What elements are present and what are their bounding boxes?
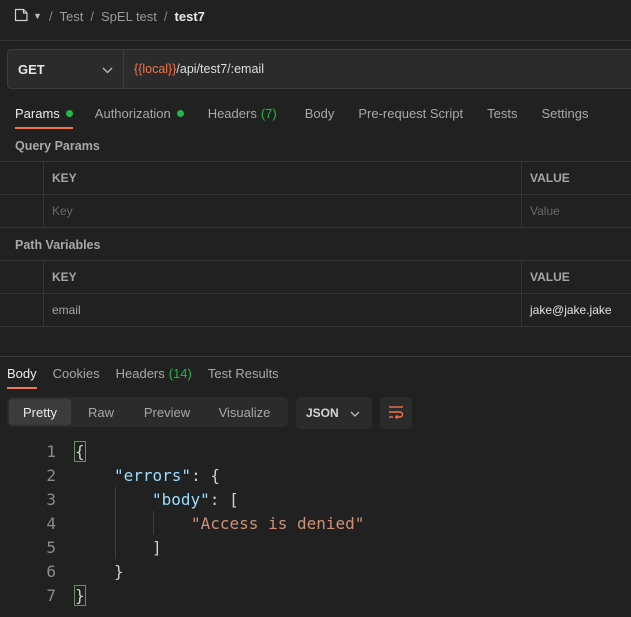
query-params-title: Query Params	[15, 139, 100, 153]
active-dot	[65, 109, 73, 117]
url-input[interactable]: {{local}}/api/test7/:email	[124, 50, 264, 88]
json-punct: : [	[209, 489, 239, 509]
request-tabs: Params Authorization Headers (7) Body Pre…	[15, 97, 588, 129]
collection-icon[interactable]	[14, 8, 29, 25]
json-brace: }	[74, 584, 86, 606]
line-number: 2	[46, 465, 56, 485]
response-tab-body[interactable]: Body	[7, 357, 37, 389]
tab-pre-request-script[interactable]: Pre-request Script	[358, 97, 463, 129]
method-label: GET	[18, 61, 45, 77]
table-row: Key Value	[0, 195, 631, 228]
value-input[interactable]: Value	[522, 195, 631, 227]
table-header-row: KEY VALUE	[0, 261, 631, 294]
tab-label: Pre-request Script	[358, 105, 464, 121]
breadcrumb-current[interactable]: test7	[175, 9, 205, 24]
tab-label: Authorization	[94, 105, 171, 121]
tab-label: Headers	[207, 105, 257, 121]
table-row: email jake@jake.jake	[0, 294, 631, 327]
line-number: 4	[46, 513, 56, 533]
response-tab-cookies[interactable]: Cookies	[53, 357, 100, 389]
headers-count: (7)	[260, 105, 277, 121]
json-key: "errors"	[114, 465, 192, 485]
view-preview[interactable]: Preview	[131, 399, 203, 425]
chevron-down-icon	[102, 62, 113, 77]
request-bar: GET {{local}}/api/test7/:email	[7, 49, 631, 89]
tab-tests[interactable]: Tests	[487, 97, 517, 129]
format-select[interactable]: JSON	[296, 397, 372, 429]
json-string: "Access is denied"	[191, 513, 365, 533]
view-raw[interactable]: Raw	[71, 399, 131, 425]
response-tab-headers[interactable]: Headers (14)	[116, 357, 192, 389]
breadcrumb-separator: /	[90, 8, 95, 24]
breadcrumb: ▼ / Test / SpEL test / test7	[14, 0, 205, 32]
table-header-row: KEY VALUE	[0, 162, 631, 195]
line-number: 7	[46, 585, 56, 605]
code-line: 6 }	[0, 559, 631, 583]
line-number: 6	[46, 561, 56, 581]
code-line: 3 "body": [	[0, 487, 631, 511]
line-number: 3	[46, 489, 56, 509]
tab-label: Params	[15, 105, 60, 121]
view-visualize[interactable]: Visualize	[203, 399, 286, 425]
tab-headers[interactable]: Headers (7)	[208, 97, 277, 129]
path-variables-title: Path Variables	[15, 238, 101, 252]
divider	[0, 40, 631, 41]
url-path: /api/test7/:email	[176, 62, 264, 76]
tab-authorization[interactable]: Authorization	[95, 97, 184, 129]
code-line: 1 {	[0, 439, 631, 463]
line-number: 1	[46, 441, 56, 461]
response-body-code[interactable]: 1 { 2 "errors": { 3 "body": [ 4 "Access …	[0, 439, 631, 607]
json-key: "body"	[152, 489, 210, 509]
column-value: VALUE	[530, 171, 570, 185]
breadcrumb-item-test[interactable]: Test	[60, 9, 84, 24]
column-key: KEY	[44, 162, 522, 194]
path-variables-table: KEY VALUE email jake@jake.jake	[0, 260, 631, 327]
code-line: 4 "Access is denied"	[0, 511, 631, 535]
path-variable-value[interactable]: jake@jake.jake	[522, 294, 631, 326]
view-switcher: Pretty Raw Preview Visualize	[7, 397, 288, 427]
tab-body[interactable]: Body	[305, 97, 335, 129]
url-variable: {{local}}	[134, 62, 177, 76]
json-punct: : {	[191, 465, 220, 485]
tab-label: Settings	[541, 105, 589, 121]
headers-count: (14)	[168, 365, 192, 381]
breadcrumb-item-spel-test[interactable]: SpEL test	[101, 9, 157, 24]
response-tab-test-results[interactable]: Test Results	[208, 357, 279, 389]
active-dot	[176, 109, 184, 117]
breadcrumb-separator: /	[163, 8, 168, 24]
path-variable-key[interactable]: email	[44, 294, 522, 326]
view-pretty[interactable]: Pretty	[9, 399, 71, 425]
json-punct: ]	[152, 537, 162, 557]
format-label: JSON	[306, 406, 339, 420]
response-tabs: Body Cookies Headers (14) Test Results	[7, 357, 279, 389]
query-params-table: KEY VALUE Key Value	[0, 161, 631, 228]
column-key: KEY	[44, 261, 522, 293]
code-line: 7 }	[0, 583, 631, 607]
tab-label: Tests	[487, 105, 518, 121]
method-select[interactable]: GET	[8, 50, 124, 88]
key-input[interactable]: Key	[44, 195, 522, 227]
tab-settings[interactable]: Settings	[541, 97, 588, 129]
code-line: 2 "errors": {	[0, 463, 631, 487]
line-number: 5	[46, 537, 56, 557]
wrap-lines-icon	[388, 405, 404, 422]
json-punct: }	[114, 561, 124, 581]
tab-params[interactable]: Params	[15, 97, 73, 129]
tab-label: Body	[304, 105, 335, 121]
chevron-down-icon[interactable]: ▼	[33, 11, 42, 21]
json-brace: {	[74, 440, 86, 462]
chevron-down-icon	[350, 406, 360, 420]
breadcrumb-separator: /	[48, 8, 53, 24]
column-value: VALUE	[530, 270, 570, 284]
tab-label: Headers	[115, 365, 165, 381]
code-line: 5 ]	[0, 535, 631, 559]
wrap-lines-button[interactable]	[380, 397, 412, 429]
